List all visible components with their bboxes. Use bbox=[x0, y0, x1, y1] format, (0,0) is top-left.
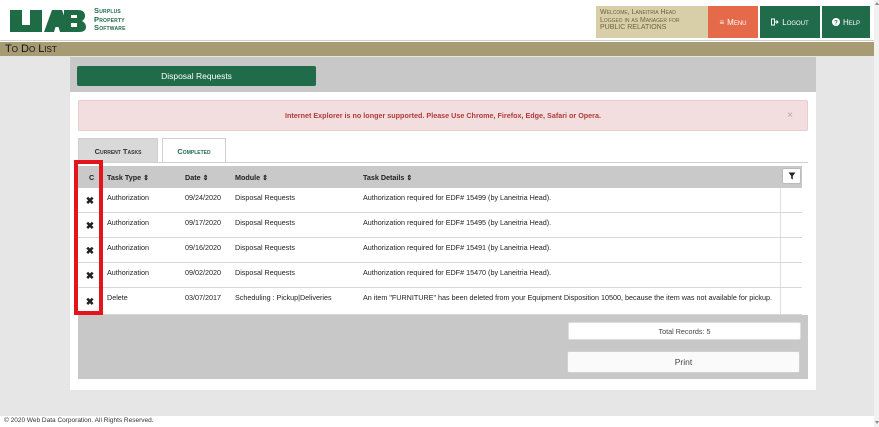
brand-title: Surplus Property Software bbox=[94, 6, 126, 33]
page-title: To Do List bbox=[5, 43, 57, 55]
sign-out-icon bbox=[771, 18, 779, 26]
column-separator bbox=[780, 213, 781, 237]
table-row: ✖ Authorization 09/17/2020 Disposal Requ… bbox=[78, 213, 802, 238]
column-header-date[interactable]: Date ⇕ bbox=[185, 173, 209, 182]
table-row: ✖ Delete 03/07/2017 Scheduling : Pickup|… bbox=[78, 288, 802, 315]
welcome-role: Logged in as Manager for bbox=[600, 16, 680, 24]
brand-line-3: Software bbox=[94, 23, 126, 32]
cell-date: 03/07/2017 bbox=[185, 293, 221, 302]
print-button[interactable]: Print bbox=[567, 351, 800, 373]
app-header: Surplus Property Software Welcome, Lanei… bbox=[0, 0, 874, 41]
filter-button[interactable] bbox=[782, 168, 801, 184]
table-header: C Task Type ⇕ Date ⇕ Module ⇕ Task Detai… bbox=[78, 166, 802, 188]
cell-task-details: Authorization required for EDF# 15499 (b… bbox=[363, 193, 552, 202]
welcome-user: Welcome, Laneitria Head bbox=[600, 9, 676, 16]
scroll-down-arrow-icon[interactable] bbox=[875, 421, 879, 424]
uab-logo bbox=[8, 8, 86, 34]
cell-date: 09/16/2020 bbox=[185, 243, 221, 252]
cell-module: Disposal Requests bbox=[235, 193, 295, 202]
cell-date: 09/24/2020 bbox=[185, 193, 221, 202]
highlight-box bbox=[74, 160, 103, 315]
copyright-text: © 2020 Web Data Corporation. All Rights … bbox=[4, 417, 154, 424]
print-label: Print bbox=[674, 357, 693, 367]
cell-task-details: An item "FURNITURE" has been deleted fro… bbox=[363, 293, 773, 302]
cell-task-details: Authorization required for EDF# 15495 (b… bbox=[363, 218, 552, 227]
tab-completed[interactable]: Completed bbox=[162, 138, 226, 163]
cell-task-details: Authorization required for EDF# 15470 (b… bbox=[363, 268, 552, 277]
menu-label: Menu bbox=[727, 17, 747, 27]
cell-module: Disposal Requests bbox=[235, 268, 295, 277]
disposal-requests-label: Disposal Requests bbox=[161, 71, 232, 81]
cell-task-type: Authorization bbox=[107, 268, 149, 277]
hamburger-icon: ≡ bbox=[719, 17, 725, 27]
help-label: Help bbox=[842, 17, 861, 27]
alert-message: Internet Explorer is no longer supported… bbox=[285, 111, 601, 120]
total-records: Total Records: 5 bbox=[568, 322, 801, 340]
menu-button[interactable]: ≡ Menu bbox=[708, 6, 758, 38]
column-separator bbox=[780, 288, 781, 314]
cell-task-type: Delete bbox=[107, 293, 128, 302]
column-separator bbox=[780, 188, 781, 212]
tab-divider bbox=[78, 162, 808, 163]
tab-current-tasks-label: Current Tasks bbox=[94, 146, 142, 156]
cell-module: Disposal Requests bbox=[235, 243, 295, 252]
cell-task-type: Authorization bbox=[107, 243, 149, 252]
page-title-bar: To Do List bbox=[0, 42, 874, 56]
question-circle-icon: ? bbox=[831, 18, 840, 26]
help-button[interactable]: ? Help bbox=[822, 6, 870, 38]
browser-alert: Internet Explorer is no longer supported… bbox=[78, 100, 808, 131]
vertical-scrollbar[interactable] bbox=[874, 0, 879, 427]
column-header-module[interactable]: Module ⇕ bbox=[235, 173, 268, 182]
logout-button[interactable]: Logout bbox=[760, 6, 820, 38]
column-header-task-type[interactable]: Task Type ⇕ bbox=[107, 173, 149, 182]
cell-module: Scheduling : Pickup|Deliveries bbox=[235, 293, 332, 302]
close-icon[interactable]: × bbox=[787, 110, 793, 121]
table-row: ✖ Authorization 09/16/2020 Disposal Requ… bbox=[78, 238, 802, 263]
table-row: ✖ Authorization 09/02/2020 Disposal Requ… bbox=[78, 263, 802, 288]
welcome-department: PUBLIC RELATIONS bbox=[600, 24, 667, 31]
cell-task-type: Authorization bbox=[107, 193, 149, 202]
cell-task-details: Authorization required for EDF# 15491 (b… bbox=[363, 243, 552, 252]
logout-label: Logout bbox=[782, 17, 809, 27]
cell-module: Disposal Requests bbox=[235, 218, 295, 227]
disposal-requests-button[interactable]: Disposal Requests bbox=[77, 66, 316, 86]
column-separator bbox=[780, 238, 781, 262]
svg-text:?: ? bbox=[834, 20, 838, 26]
column-separator bbox=[780, 263, 781, 287]
cell-date: 09/17/2020 bbox=[185, 218, 221, 227]
cell-task-type: Authorization bbox=[107, 218, 149, 227]
filter-icon bbox=[788, 172, 795, 180]
scroll-up-arrow-icon[interactable] bbox=[875, 2, 879, 5]
welcome-panel: Welcome, Laneitria Head Logged in as Man… bbox=[596, 6, 708, 38]
cell-date: 09/02/2020 bbox=[185, 268, 221, 277]
tab-completed-label: Completed bbox=[177, 146, 211, 156]
total-records-label: Total Records: 5 bbox=[658, 326, 711, 336]
column-header-task-details[interactable]: Task Details ⇕ bbox=[363, 173, 412, 182]
table-row: ✖ Authorization 09/24/2020 Disposal Requ… bbox=[78, 188, 802, 213]
